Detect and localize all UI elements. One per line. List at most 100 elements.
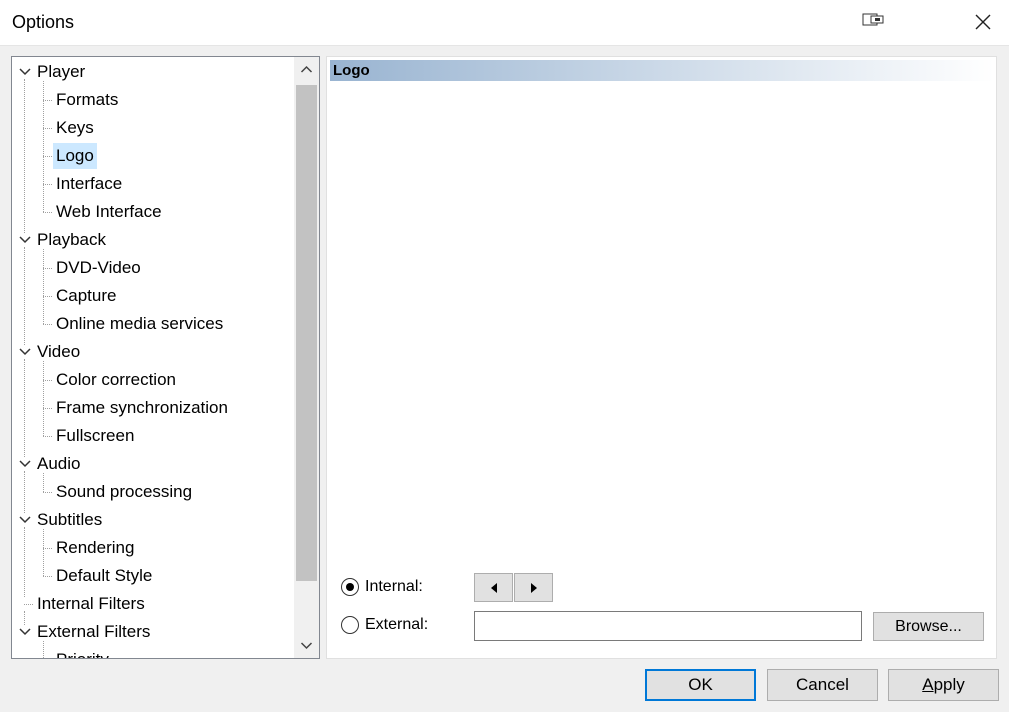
expand-chevron-icon[interactable] [19, 339, 31, 365]
tree-connector [43, 296, 52, 297]
tree-connector [43, 268, 52, 269]
tree-item[interactable]: Internal Filters [34, 591, 148, 617]
tree-item-label: Rendering [56, 538, 135, 557]
tree-item[interactable]: External Filters [34, 619, 153, 645]
tree-connector [43, 324, 52, 325]
triangle-left-icon [491, 583, 497, 593]
close-icon[interactable] [974, 13, 992, 31]
previous-logo-button[interactable] [474, 573, 513, 602]
expand-chevron-icon[interactable] [19, 507, 31, 533]
tree-item-label: Priority [53, 647, 112, 658]
tree-item-label: Capture [56, 286, 117, 305]
tree-item[interactable]: Audio [34, 451, 83, 477]
tree-item-label: Online media services [56, 314, 224, 333]
tree-connector [43, 548, 52, 549]
internal-radio[interactable] [341, 578, 359, 596]
tree-connector [24, 359, 25, 457]
expand-chevron-icon[interactable] [19, 451, 31, 477]
expand-chevron-icon[interactable] [19, 619, 31, 645]
tree-item[interactable]: Online media services [53, 311, 226, 337]
tree-item-label: Formats [56, 90, 119, 109]
apply-button-rest: pply [933, 675, 965, 694]
tree-item[interactable]: Sound processing [53, 479, 195, 505]
tree-item[interactable]: Keys [53, 115, 97, 141]
tree-connector [43, 380, 52, 381]
tree-item-label: Interface [56, 174, 123, 193]
tree-item[interactable]: Interface [53, 171, 125, 197]
tree-connector [43, 529, 44, 576]
tree-connector [43, 492, 52, 493]
tree-connector [43, 361, 44, 436]
tree-item[interactable]: Frame synchronization [53, 395, 231, 421]
tree-item[interactable]: Formats [53, 87, 121, 113]
tree-connector [43, 212, 52, 213]
options-tree[interactable]: Player Formats Keys Logo Interface Web Interf… [11, 56, 320, 659]
tree-scrollbar[interactable] [294, 57, 319, 658]
tree-item[interactable]: Video [34, 339, 83, 365]
tree-item-label: Internal Filters [37, 594, 145, 613]
options-page: Logo Internal: External: Browse... [326, 56, 997, 659]
tree-item[interactable]: Default Style [53, 563, 155, 589]
tree-connector [43, 473, 44, 492]
tree-connector [43, 436, 52, 437]
tree-connector [43, 100, 52, 101]
page-title: Logo [330, 60, 994, 81]
tree-connector [24, 527, 25, 597]
tree-connector [24, 79, 25, 233]
tree-item[interactable]: Color correction [53, 367, 179, 393]
tree-item-label: Video [37, 342, 81, 361]
cancel-button[interactable]: Cancel [767, 669, 878, 701]
tree-item[interactable]: Subtitles [34, 507, 105, 533]
tree-connector [43, 128, 52, 129]
tree-connector [43, 408, 52, 409]
tree-item-label: DVD-Video [56, 258, 141, 277]
tree-item[interactable]: Capture [53, 283, 119, 309]
tree-item-label: Playback [37, 230, 106, 249]
tree-connector [43, 81, 44, 212]
window-pin-icon[interactable] [862, 13, 884, 27]
tree-item-label: Audio [37, 454, 81, 473]
browse-button[interactable]: Browse... [873, 612, 984, 641]
next-logo-button[interactable] [514, 573, 553, 602]
tree-item[interactable]: Playback [34, 227, 109, 253]
scroll-down-button[interactable] [294, 633, 319, 658]
external-logo-path-input[interactable] [474, 611, 862, 641]
apply-button-mnemonic: A [922, 675, 934, 694]
expand-chevron-icon[interactable] [19, 227, 31, 253]
tree-connector [24, 611, 25, 625]
tree-connector [43, 184, 52, 185]
tree-item-label: External Filters [37, 622, 151, 641]
tree-item[interactable]: Fullscreen [53, 423, 137, 449]
tree-connector [24, 604, 33, 605]
tree-item[interactable]: Web Interface [53, 199, 165, 225]
tree-item-label: Fullscreen [56, 426, 135, 445]
triangle-right-icon [531, 583, 537, 593]
tree-item[interactable]: Rendering [53, 535, 137, 561]
tree-connector [24, 247, 25, 345]
external-radio[interactable] [341, 616, 359, 634]
tree-item-label: Subtitles [37, 510, 103, 529]
tree-item-label: Keys [56, 118, 94, 137]
tree-item-label: Web Interface [56, 202, 162, 221]
tree-connector [43, 156, 52, 157]
title-bar: Options [0, 0, 1009, 46]
chevron-down-icon [300, 642, 313, 650]
expand-chevron-icon[interactable] [19, 59, 31, 85]
chevron-up-icon [300, 65, 313, 73]
window-title: Options [12, 12, 75, 32]
tree-item-label: Sound processing [56, 482, 193, 501]
tree-connector [43, 641, 44, 658]
scroll-up-button[interactable] [294, 57, 319, 82]
tree-item[interactable]: Logo [53, 143, 97, 169]
tree-item[interactable]: DVD-Video [53, 255, 144, 281]
tree-item-label: Default Style [56, 566, 153, 585]
external-label: External: [365, 616, 429, 633]
ok-button[interactable]: OK [645, 669, 756, 701]
apply-button[interactable]: Apply [888, 669, 999, 701]
tree-item-label: Logo [53, 143, 97, 169]
tree-connector [24, 471, 25, 513]
scroll-thumb[interactable] [296, 85, 317, 581]
tree-item[interactable]: Priority [53, 647, 112, 658]
tree-item-label: Color correction [56, 370, 176, 389]
tree-connector [43, 249, 44, 324]
